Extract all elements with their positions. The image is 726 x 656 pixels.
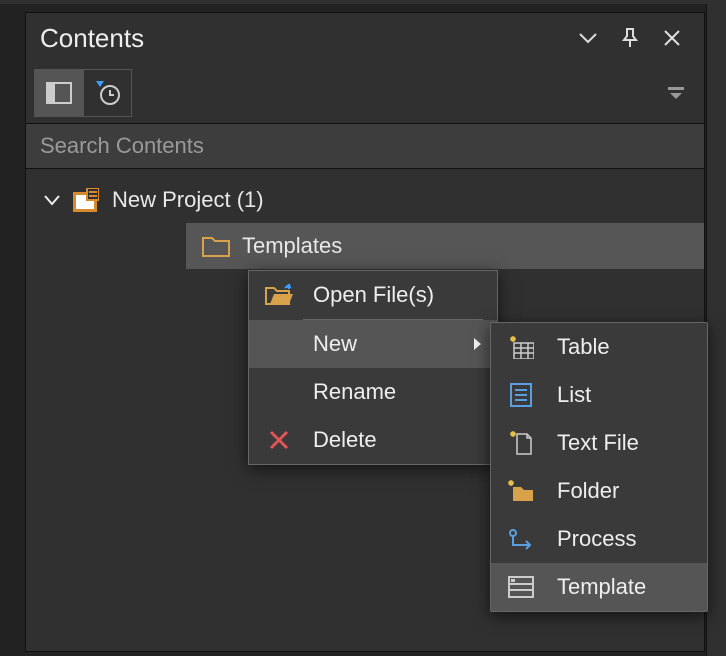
chevron-down-icon — [579, 32, 597, 44]
submenu-item-table[interactable]: Table — [491, 323, 707, 371]
menu-item-rename[interactable]: Rename — [249, 368, 497, 416]
tree-item-templates[interactable]: Templates — [186, 223, 704, 269]
search-input[interactable] — [40, 133, 690, 159]
menu-label: Rename — [313, 379, 396, 405]
project-icon — [73, 188, 99, 212]
search-bar — [26, 123, 704, 169]
submenu-item-template[interactable]: Template — [491, 563, 707, 611]
history-filter-button[interactable] — [83, 70, 131, 116]
close-button[interactable] — [654, 20, 690, 56]
submenu-label: Process — [557, 526, 636, 552]
template-icon — [508, 576, 534, 598]
panel-header: Contents — [26, 13, 704, 63]
menu-item-open-files[interactable]: Open File(s) — [249, 271, 497, 319]
app-top-edge — [0, 0, 726, 4]
view-mode-panel-button[interactable] — [35, 70, 83, 116]
submenu-label: Folder — [557, 478, 619, 504]
submenu-label: Table — [557, 334, 610, 360]
menu-label: New — [313, 331, 357, 357]
pin-button[interactable] — [612, 20, 648, 56]
close-icon — [664, 30, 680, 46]
table-icon — [508, 335, 534, 359]
submenu-label: Template — [557, 574, 646, 600]
chevron-right-icon — [473, 337, 483, 351]
clock-filter-icon — [94, 81, 122, 105]
toolbar — [26, 63, 704, 123]
collapse-button[interactable] — [570, 20, 606, 56]
menu-label: Open File(s) — [313, 282, 434, 308]
menu-item-delete[interactable]: Delete — [249, 416, 497, 464]
text-file-icon — [509, 430, 533, 456]
tree: New Project (1) Templates — [26, 169, 704, 269]
folder-icon — [202, 235, 230, 257]
submenu-item-textfile[interactable]: Text File — [491, 419, 707, 467]
app-right-edge — [706, 0, 726, 656]
new-folder-icon — [507, 479, 535, 503]
tree-item-label: Templates — [242, 233, 342, 259]
new-submenu: Table List Text File — [490, 322, 708, 612]
menu-dropdown-icon — [668, 87, 684, 99]
toolbar-overflow-button[interactable] — [662, 79, 690, 107]
process-icon — [508, 527, 534, 551]
open-folder-icon — [265, 284, 293, 306]
panel-title: Contents — [40, 23, 564, 54]
submenu-label: Text File — [557, 430, 639, 456]
chevron-down-icon — [44, 194, 60, 206]
tree-root-label: New Project (1) — [112, 187, 264, 213]
context-menu: Open File(s) New Rename Delete — [248, 270, 498, 465]
panel-icon — [46, 82, 72, 104]
menu-item-new[interactable]: New — [249, 320, 497, 368]
submenu-item-process[interactable]: Process — [491, 515, 707, 563]
submenu-item-folder[interactable]: Folder — [491, 467, 707, 515]
list-icon — [509, 382, 533, 408]
submenu-label: List — [557, 382, 591, 408]
submenu-item-list[interactable]: List — [491, 371, 707, 419]
delete-x-icon — [269, 430, 289, 450]
menu-label: Delete — [313, 427, 377, 453]
tree-root-row[interactable]: New Project (1) — [26, 177, 704, 223]
pin-icon — [621, 28, 639, 48]
